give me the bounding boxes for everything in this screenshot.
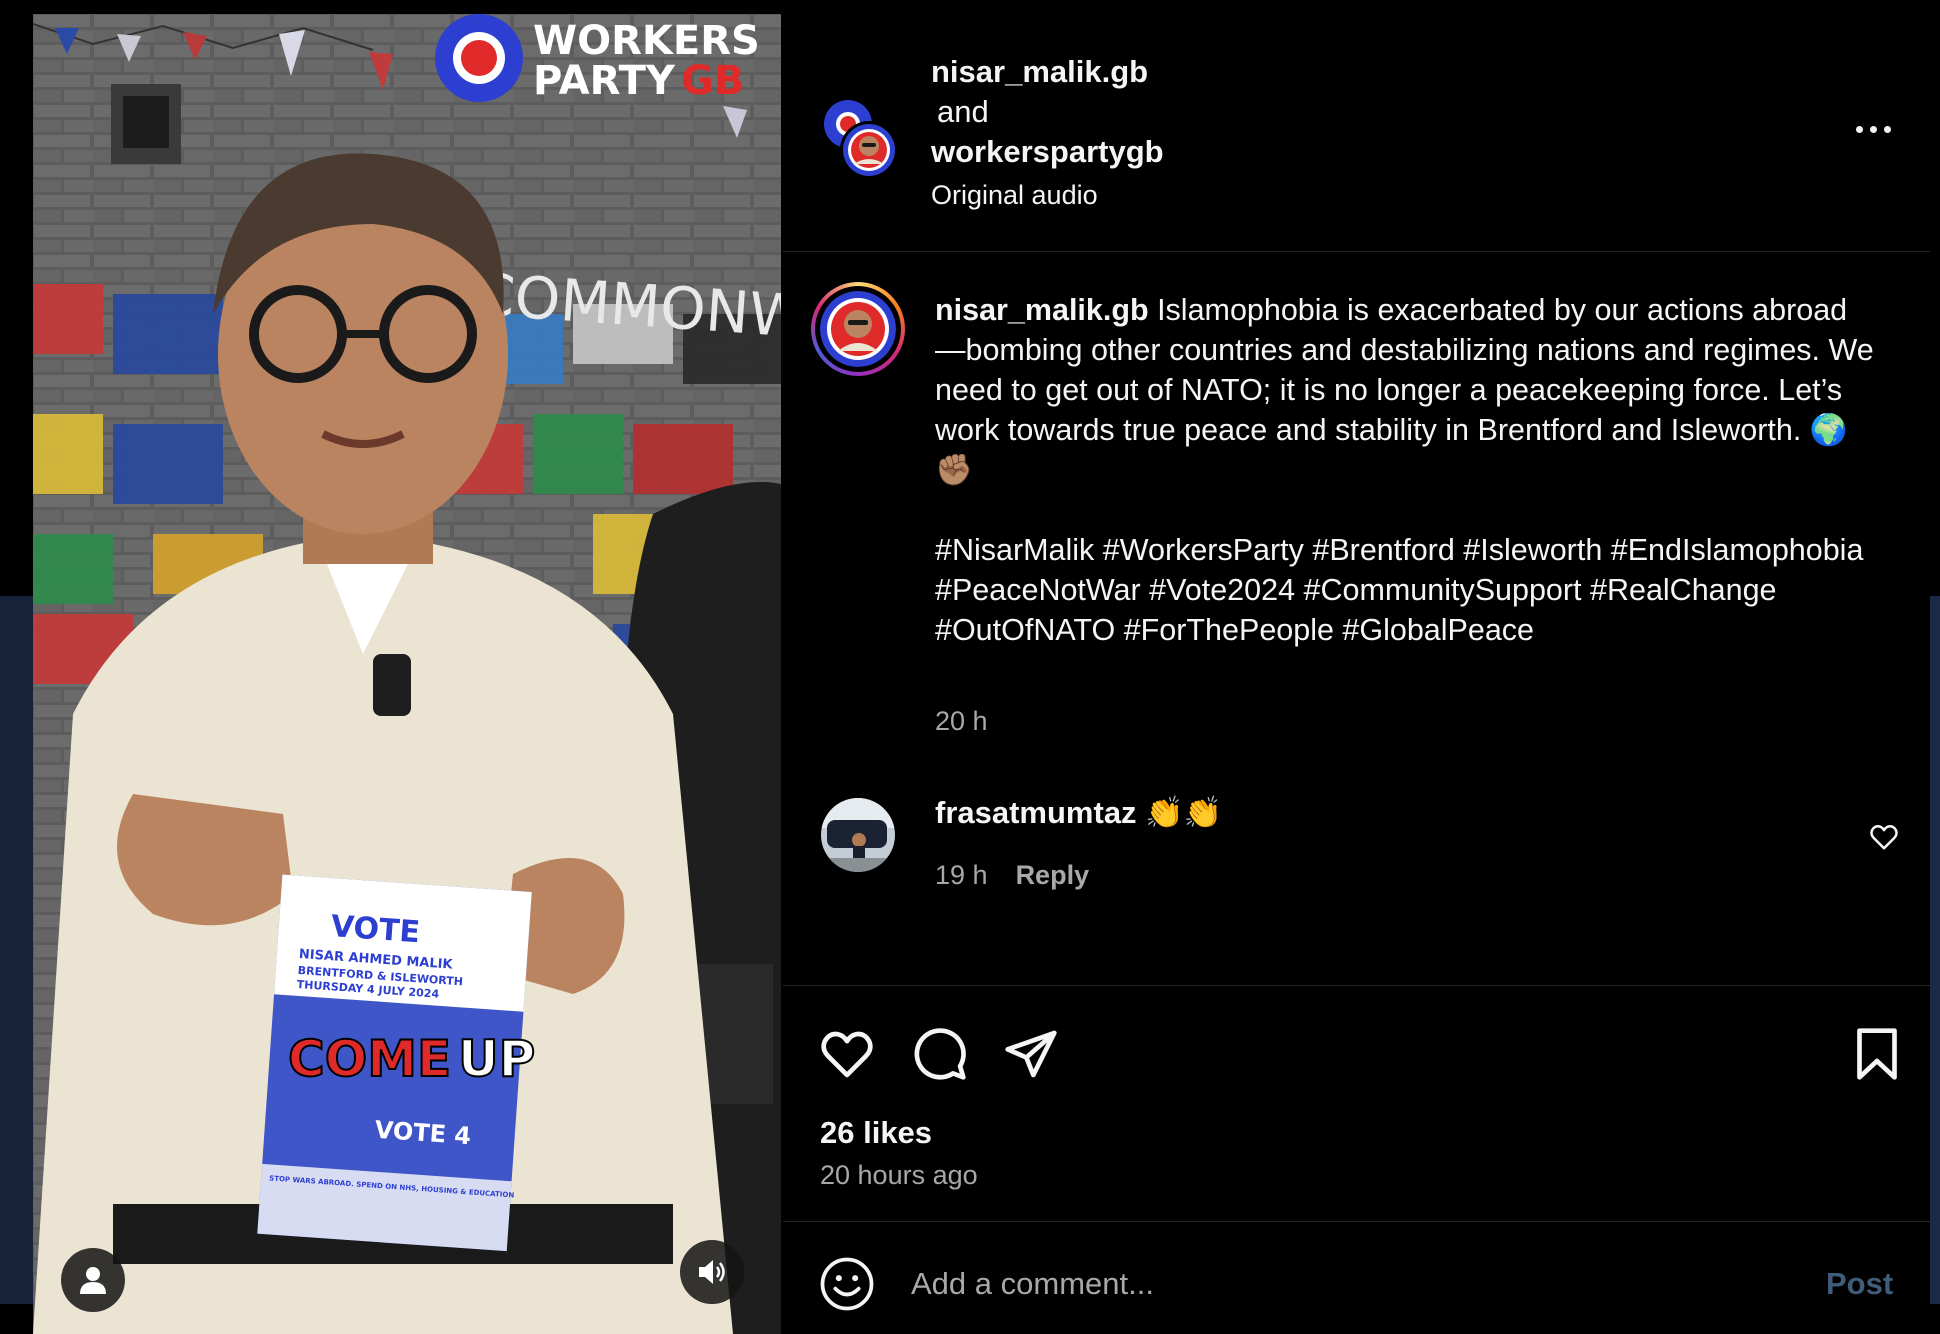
- collaborator-username[interactable]: workerspartygb: [931, 134, 1164, 170]
- volume-icon: [699, 1260, 725, 1284]
- comment-body: frasatmumtaz 👏👏: [935, 794, 1222, 831]
- reply-button[interactable]: Reply: [1016, 860, 1090, 891]
- collab-avatars[interactable]: [822, 96, 902, 182]
- comment-timestamp: 19 h: [935, 860, 988, 890]
- comment-icon[interactable]: [912, 1026, 968, 1082]
- post-caption: nisar_malik.gb Islamophobia is exacerbat…: [935, 290, 1875, 650]
- collab-conjunction: and: [937, 94, 989, 129]
- author-username[interactable]: nisar_malik.gb: [931, 54, 1148, 90]
- video-frame: COMMONWEALTH WORKERS PARTY GB VOTE NISAR…: [33, 14, 781, 1334]
- posted-time[interactable]: 20 hours ago: [820, 1160, 978, 1191]
- likes-count[interactable]: 26 likes: [820, 1115, 932, 1151]
- video-subtitle: COME UP: [287, 1029, 536, 1089]
- tagged-users-button[interactable]: [61, 1248, 125, 1312]
- audio-link[interactable]: Original audio: [931, 180, 1098, 211]
- heart-icon[interactable]: [819, 1026, 875, 1082]
- post-comment-button[interactable]: Post: [1826, 1266, 1893, 1302]
- comment-username[interactable]: frasatmumtaz: [935, 795, 1137, 830]
- caption-avatar[interactable]: [811, 282, 905, 376]
- share-icon[interactable]: [1003, 1026, 1059, 1082]
- svg-text:UP: UP: [458, 1030, 535, 1088]
- caption-username[interactable]: nisar_malik.gb: [935, 293, 1149, 327]
- comment-text: 👏👏: [1145, 795, 1223, 830]
- heart-icon[interactable]: [1869, 822, 1899, 852]
- page-backdrop-strip: [0, 596, 33, 1304]
- svg-text:VOTE: VOTE: [330, 909, 421, 950]
- add-comment-bar: Post: [783, 1221, 1930, 1334]
- avatar: [820, 291, 896, 367]
- mute-button[interactable]: [680, 1240, 744, 1304]
- svg-text:COME: COME: [288, 1030, 451, 1088]
- post-video[interactable]: COMMONWEALTH WORKERS PARTY GB VOTE NISAR…: [33, 14, 781, 1334]
- avatar: [821, 798, 895, 872]
- comment-avatar[interactable]: [821, 798, 895, 872]
- post-details-panel: nisar_malik.gb and workerspartygb Origin…: [783, 14, 1930, 1334]
- svg-text:PARTY: PARTY: [533, 58, 676, 104]
- page-backdrop-right-strip: [1930, 596, 1940, 1304]
- comment-meta: 19 h Reply: [935, 860, 1089, 891]
- emoji-icon[interactable]: [819, 1256, 875, 1312]
- more-horizontal-icon: [1855, 125, 1863, 133]
- workers-party-logo: WORKERS PARTY GB: [435, 14, 760, 104]
- comment-input[interactable]: [911, 1256, 1711, 1312]
- caption-hashtags[interactable]: #NisarMalik #WorkersParty #Brentford #Is…: [935, 530, 1875, 650]
- post-header: nisar_malik.gb and workerspartygb Origin…: [783, 14, 1930, 252]
- post-actions: 26 likes 20 hours ago: [783, 985, 1930, 1235]
- more-options-button[interactable]: [1843, 114, 1903, 144]
- caption-timestamp: 20 h: [935, 706, 988, 736]
- user-icon: [80, 1267, 106, 1294]
- svg-text:GB: GB: [681, 58, 744, 104]
- bookmark-icon[interactable]: [1849, 1026, 1905, 1082]
